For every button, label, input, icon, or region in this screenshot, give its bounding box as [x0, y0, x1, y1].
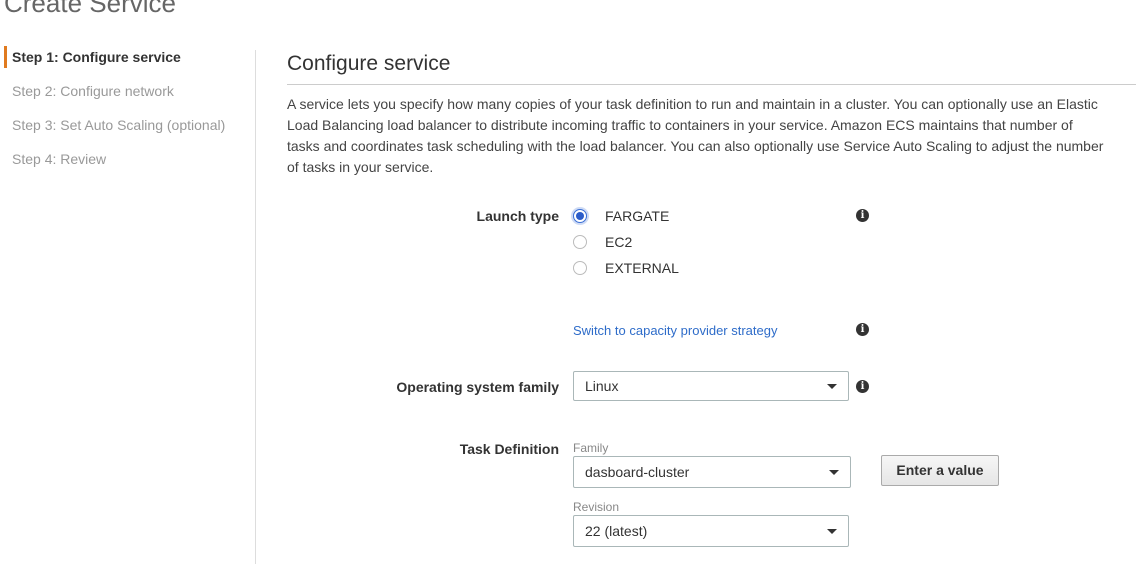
capacity-provider-info-icon[interactable]: i — [856, 323, 869, 336]
revision-select[interactable]: 22 (latest) — [573, 515, 849, 547]
section-title: Configure service — [287, 52, 451, 75]
task-definition-label: Task Definition — [459, 441, 559, 457]
fargate-radio-label: FARGATE — [605, 208, 670, 224]
ec2-radio[interactable] — [573, 235, 587, 249]
external-radio[interactable] — [573, 261, 587, 275]
revision-label: Revision — [573, 500, 620, 514]
os-family-label: Operating system family — [396, 379, 559, 395]
chevron-down-icon — [829, 470, 839, 475]
os-family-select[interactable]: Linux — [573, 371, 849, 401]
step-review[interactable]: Step 4: Review — [4, 148, 106, 170]
enter-value-button[interactable]: Enter a value — [881, 455, 999, 486]
launch-type-info-icon[interactable]: i — [856, 209, 869, 222]
family-label: Family — [573, 441, 609, 455]
revision-value: 22 (latest) — [585, 523, 648, 539]
launch-type-fargate-option[interactable]: FARGATE — [573, 207, 669, 225]
chevron-down-icon — [827, 384, 837, 389]
external-radio-label: EXTERNAL — [605, 260, 679, 276]
section-description: A service lets you specify how many copi… — [287, 96, 1104, 175]
capacity-provider-link[interactable]: Switch to capacity provider strategy — [573, 322, 777, 339]
launch-type-label: Launch type — [476, 208, 559, 224]
step-configure-network[interactable]: Step 2: Configure network — [4, 80, 174, 102]
chevron-down-icon — [827, 529, 837, 534]
launch-type-ec2-option[interactable]: EC2 — [573, 233, 632, 251]
page-title: Create Service — [4, 0, 176, 18]
nav-divider — [255, 50, 256, 564]
step-auto-scaling[interactable]: Step 3: Set Auto Scaling (optional) — [4, 114, 225, 136]
os-family-info-icon[interactable]: i — [856, 380, 869, 393]
step-configure-service[interactable]: Step 1: Configure service — [4, 46, 181, 68]
family-value: dasboard-cluster — [585, 464, 690, 480]
ec2-radio-label: EC2 — [605, 234, 633, 250]
section-title-rule — [287, 84, 1136, 85]
launch-type-external-option[interactable]: EXTERNAL — [573, 259, 679, 277]
fargate-radio[interactable] — [573, 209, 587, 223]
os-family-value: Linux — [585, 378, 619, 394]
family-select[interactable]: dasboard-cluster — [573, 456, 851, 488]
